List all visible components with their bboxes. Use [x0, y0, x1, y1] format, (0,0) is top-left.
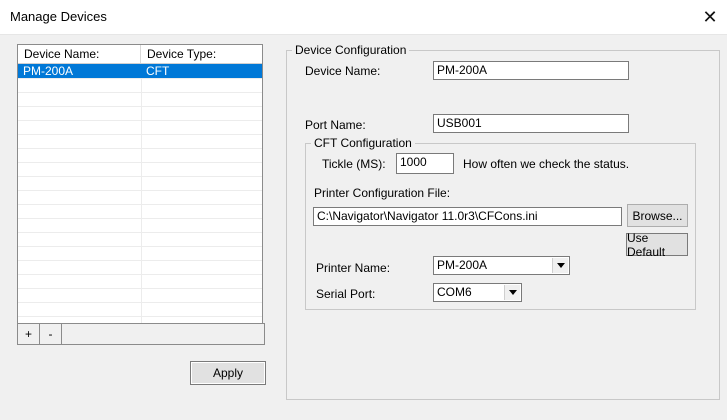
- chevron-down-icon[interactable]: [552, 258, 568, 273]
- serial-port-select[interactable]: COM6: [433, 283, 522, 302]
- device-list-header: Device Name: Device Type:: [18, 45, 262, 64]
- device-name-input[interactable]: PM-200A: [433, 61, 629, 80]
- apply-button[interactable]: Apply: [190, 361, 266, 385]
- tickle-label: Tickle (MS):: [322, 157, 386, 171]
- cft-configuration-legend: CFT Configuration: [311, 136, 415, 150]
- tickle-hint: How often we check the status.: [463, 157, 630, 171]
- list-grid: [18, 78, 262, 323]
- printer-name-value: PM-200A: [437, 258, 488, 272]
- chevron-down-icon[interactable]: [504, 285, 520, 300]
- port-name-label: Port Name:: [305, 118, 366, 132]
- printer-config-file-label: Printer Configuration File:: [314, 186, 451, 200]
- column-header-device-type[interactable]: Device Type:: [141, 45, 262, 63]
- device-list-toolbar: + -: [17, 323, 265, 345]
- device-configuration-legend: Device Configuration: [292, 43, 410, 57]
- device-row-type: CFT: [146, 64, 170, 78]
- serial-port-label: Serial Port:: [316, 287, 376, 301]
- device-row[interactable]: PM-200A CFT: [18, 64, 262, 78]
- port-name-input[interactable]: USB001: [433, 114, 629, 133]
- title-bar: Manage Devices ✕: [0, 0, 727, 35]
- device-name-label: Device Name:: [305, 64, 381, 78]
- printer-config-file-input[interactable]: C:\Navigator\Navigator 11.0r3\CFCons.ini: [313, 207, 622, 226]
- use-default-button[interactable]: Use Default: [626, 231, 688, 259]
- close-button[interactable]: ✕: [693, 0, 727, 34]
- serial-port-value: COM6: [437, 285, 472, 299]
- add-device-button[interactable]: +: [18, 324, 40, 344]
- column-header-device-name[interactable]: Device Name:: [18, 45, 141, 63]
- remove-device-button[interactable]: -: [40, 324, 62, 344]
- close-icon: ✕: [702, 6, 718, 27]
- device-list[interactable]: Device Name: Device Type: PM-200A CFT: [17, 44, 263, 324]
- window-title: Manage Devices: [10, 9, 107, 24]
- printer-name-label: Printer Name:: [316, 261, 391, 275]
- browse-button[interactable]: Browse...: [627, 204, 688, 227]
- tickle-input[interactable]: 1000: [396, 153, 454, 174]
- device-row-name: PM-200A: [23, 64, 74, 78]
- list-grid-divider: [141, 78, 142, 323]
- printer-name-select[interactable]: PM-200A: [433, 256, 570, 275]
